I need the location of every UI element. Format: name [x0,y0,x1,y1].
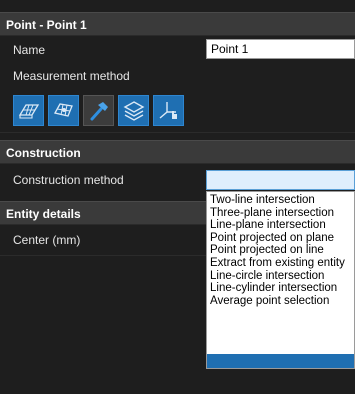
surface-mesh-button[interactable] [13,95,44,126]
dropdown-option[interactable]: Two-line intersection [210,194,354,207]
construct-hammer-icon [90,101,108,120]
dropdown-option[interactable]: Point projected on line [210,244,354,257]
construct-button[interactable] [83,95,114,126]
point-panel-header: Point - Point 1 [0,12,355,36]
dropdown-highlighted-option[interactable] [207,354,354,368]
surface-mesh-icon [18,103,39,119]
axis-pointer-button[interactable] [153,95,184,126]
measurement-method-label: Measurement method [13,69,130,83]
dropdown-option[interactable]: Three-plane intersection [210,207,354,220]
dropdown-option[interactable]: Extract from existing entity [210,257,354,270]
name-label: Name [13,43,46,57]
layers-icon [123,100,144,121]
name-field[interactable]: Point 1 [206,39,355,59]
entity-details-header: Entity details [0,201,206,225]
dropdown-option[interactable]: Point projected on plane [210,232,354,245]
dropdown-option[interactable]: Line-plane intersection [210,219,354,232]
divider [0,255,206,256]
probe-mesh-button[interactable] [48,95,79,126]
construction-method-label: Construction method [13,173,124,187]
measurement-method-toolbar [13,95,184,126]
dropdown-option[interactable]: Average point selection [210,295,354,308]
construction-method-select[interactable] [206,170,355,190]
layers-button[interactable] [118,95,149,126]
dropdown-option[interactable]: Line-cylinder intersection [210,282,354,295]
divider [0,132,355,133]
center-label: Center (mm) [13,233,81,247]
construction-method-dropdown: Two-line intersection Three-plane inters… [206,191,355,369]
construction-header: Construction [0,140,355,164]
dropdown-option[interactable]: Line-circle intersection [210,270,354,283]
axis-pointer-icon [159,101,177,119]
probe-mesh-icon [53,102,73,117]
